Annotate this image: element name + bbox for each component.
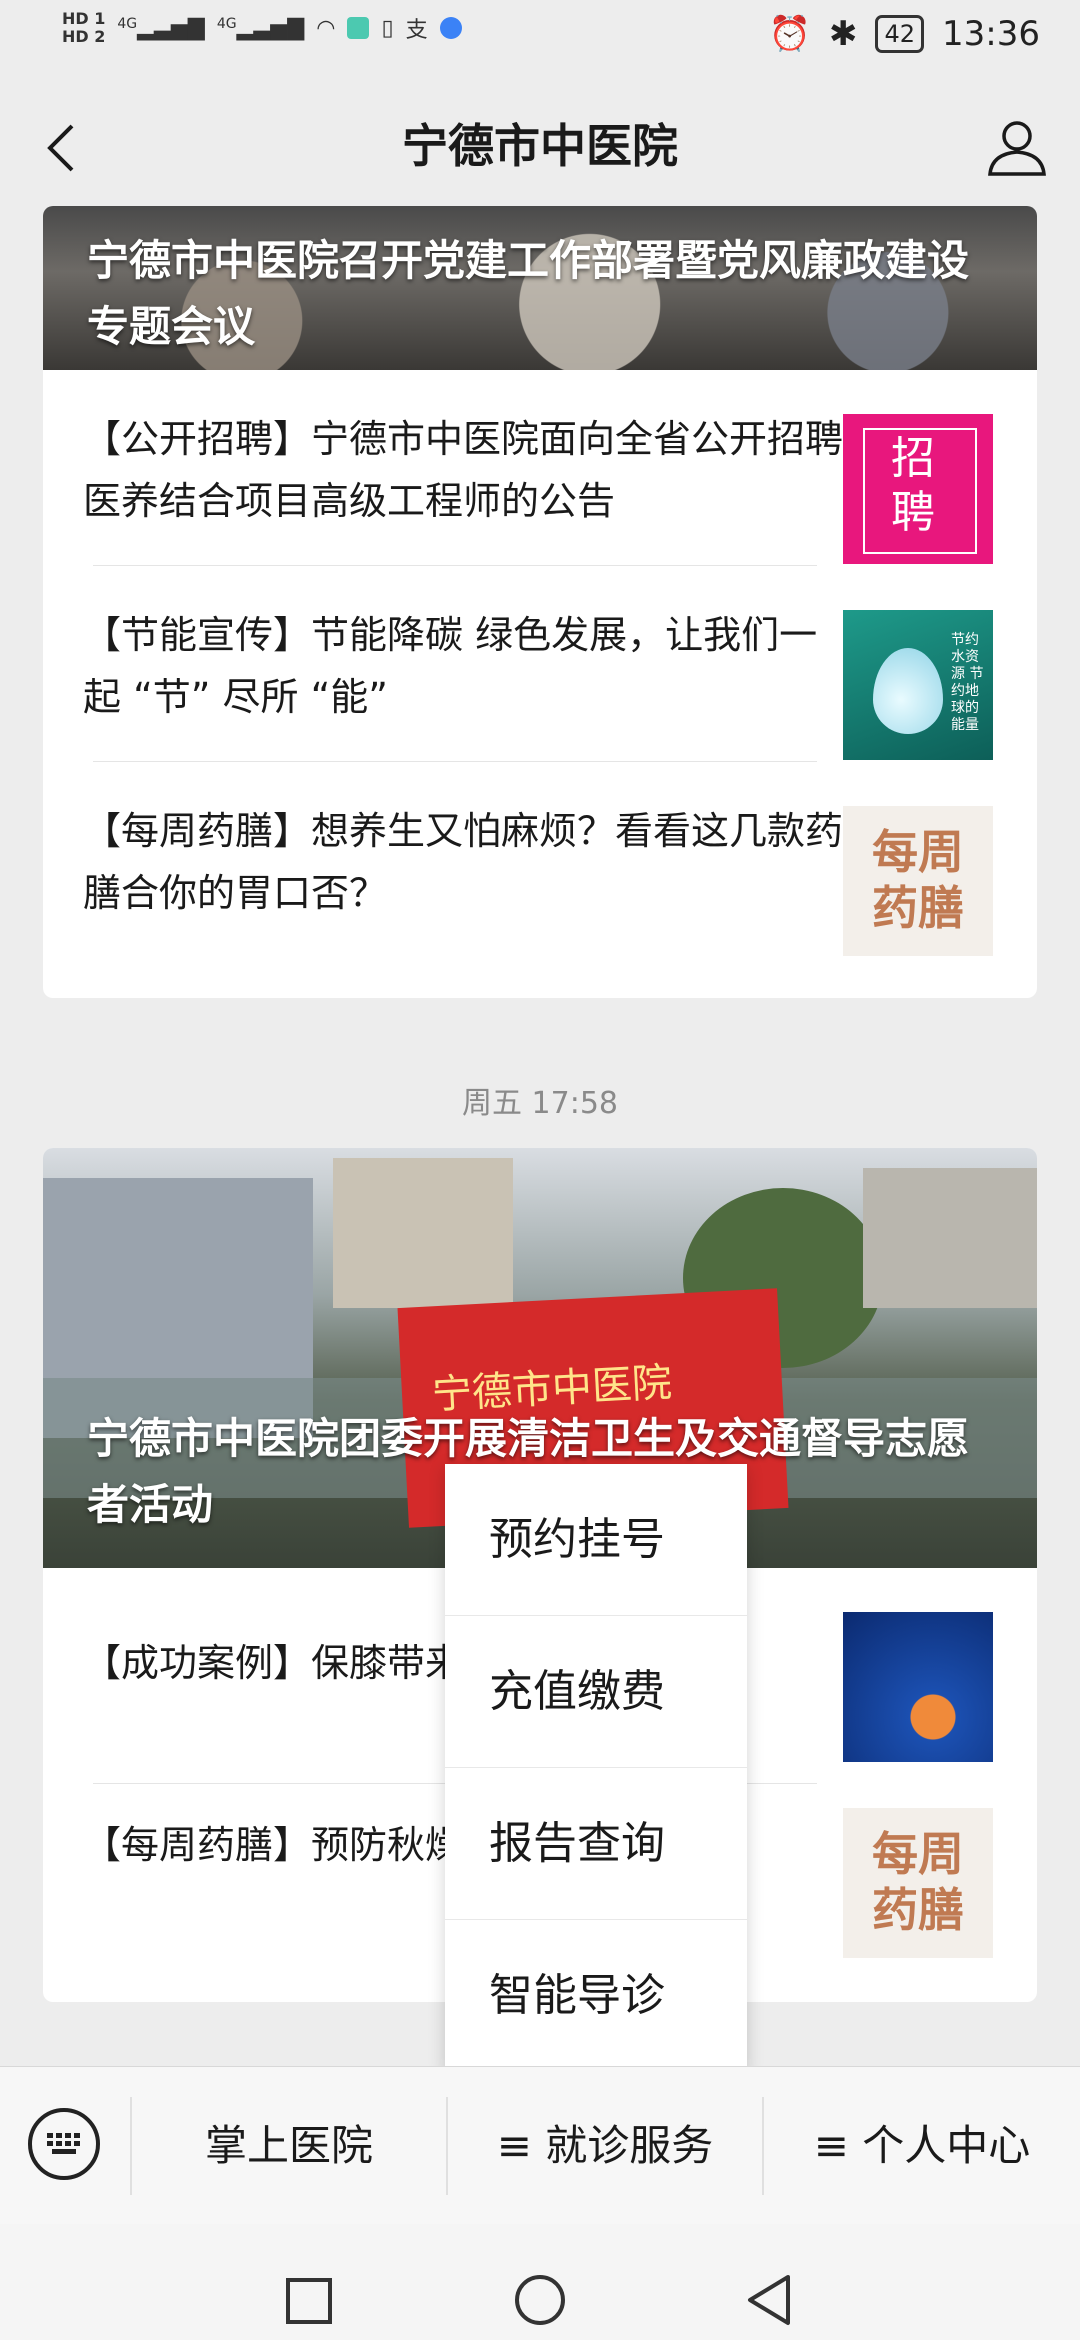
article-title: 【公开招聘】宁德市中医院面向全省公开招聘医养结合项目高级工程师的公告 <box>83 417 844 523</box>
wifi-icon: ◠ <box>316 15 336 41</box>
water-drop-thumbnail: 节约水资源 节约地球的能量 <box>843 610 993 760</box>
page-title: 宁德市中医院 <box>402 119 678 173</box>
clock: 13:36 <box>942 14 1040 54</box>
water-drop-icon <box>873 648 943 734</box>
nav-bar: 宁德市中医院 <box>0 74 1080 206</box>
browser-icon <box>439 17 462 39</box>
recruit-thumbnail: 招聘 <box>843 414 993 564</box>
thumb-text: 招聘 <box>891 433 935 538</box>
hd2-label: HD 2 <box>62 27 106 46</box>
thumb-text: 节约水资源 节约地球的能量 <box>951 632 984 733</box>
home-icon[interactable] <box>512 2272 568 2328</box>
signal1-icon: 4G▂▃▅▇ <box>117 15 205 41</box>
menu-personal-center[interactable]: ≡ 个人中心 <box>764 2067 1080 2225</box>
list-item[interactable]: 【每周药膳】想养生又怕麻烦？看看这几款药膳合你的胃口否？ 每周药膳 <box>43 762 1037 958</box>
alipay-icon: 支 <box>405 18 428 43</box>
list-item[interactable]: 【公开招聘】宁德市中医院面向全省公开招聘医养结合项目高级工程师的公告 招聘 <box>43 370 1037 566</box>
status-right: ⏰ ✱ 42 13:36 <box>769 14 1040 54</box>
service-popup-menu: 预约挂号 充值缴费 报告查询 智能导诊 <box>445 1464 747 2071</box>
herbal-diet-thumbnail: 每周药膳 <box>843 806 993 956</box>
thumb-text: 每周药膳 <box>872 1827 964 1937</box>
herbal-diet-thumbnail: 每周药膳 <box>843 1808 993 1958</box>
hero-title-1: 宁德市中医院召开党建工作部署暨党风廉政建设专题会议 <box>87 236 970 351</box>
keyboard-icon[interactable] <box>28 2108 100 2180</box>
user-profile-icon[interactable] <box>984 114 1050 180</box>
article-title: 【节能宣传】节能降碳 绿色发展，让我们一起 “节” 尽所 “能” <box>83 613 818 719</box>
back-nav-icon[interactable] <box>744 2272 794 2328</box>
system-nav-bar <box>0 2224 1080 2340</box>
menu-item-payment[interactable]: 充值缴费 <box>445 1616 747 1768</box>
alarm-icon: ⏰ <box>768 14 811 54</box>
hero-article-1[interactable]: 宁德市中医院召开党建工作部署暨党风廉政建设专题会议 <box>43 206 1037 370</box>
list-item[interactable]: 【节能宣传】节能降碳 绿色发展，让我们一起 “节” 尽所 “能” 节约水资源 节… <box>43 566 1037 762</box>
thumb-text: 每周药膳 <box>872 825 964 935</box>
menu-medical-service[interactable]: ≡ 就诊服务 <box>448 2067 762 2225</box>
bottom-menu-bar: 掌上医院 ≡ 就诊服务 ≡ 个人中心 <box>0 2066 1080 2225</box>
menu-item-guide[interactable]: 智能导诊 <box>445 1920 747 2071</box>
article-card-1: 宁德市中医院召开党建工作部署暨党风廉政建设专题会议 【公开招聘】宁德市中医院面向… <box>43 206 1037 998</box>
menu-item-report[interactable]: 报告查询 <box>445 1768 747 1920</box>
bluetooth-icon: ✱ <box>828 14 858 54</box>
signal2-icon: 4G▂▃▅▇ <box>216 15 305 41</box>
recent-apps-icon[interactable] <box>284 2276 334 2326</box>
phone-icon: ▯ <box>381 15 394 41</box>
status-bar: HD 1 HD 2 4G▂▃▅▇ 4G▂▃▅▇ ◠ ▯ 支 ⏰ ✱ 42 13:… <box>0 0 1080 74</box>
message-timestamp: 周五 17:58 <box>462 1086 618 1121</box>
sim-labels: HD 1 HD 2 <box>62 10 105 46</box>
status-left: HD 1 HD 2 4G▂▃▅▇ 4G▂▃▅▇ ◠ ▯ 支 <box>62 10 462 46</box>
article-title: 【每周药膳】想养生又怕麻烦？看看这几款药膳合你的胃口否？ <box>83 809 844 915</box>
menu-palm-hospital[interactable]: 掌上医院 <box>132 2067 446 2225</box>
knee-thumbnail <box>843 1612 993 1762</box>
menu-item-appointment[interactable]: 预约挂号 <box>445 1464 747 1616</box>
hd1-label: HD 1 <box>62 9 106 28</box>
battery-icon: 42 <box>875 15 925 53</box>
leaf-icon <box>347 17 370 39</box>
